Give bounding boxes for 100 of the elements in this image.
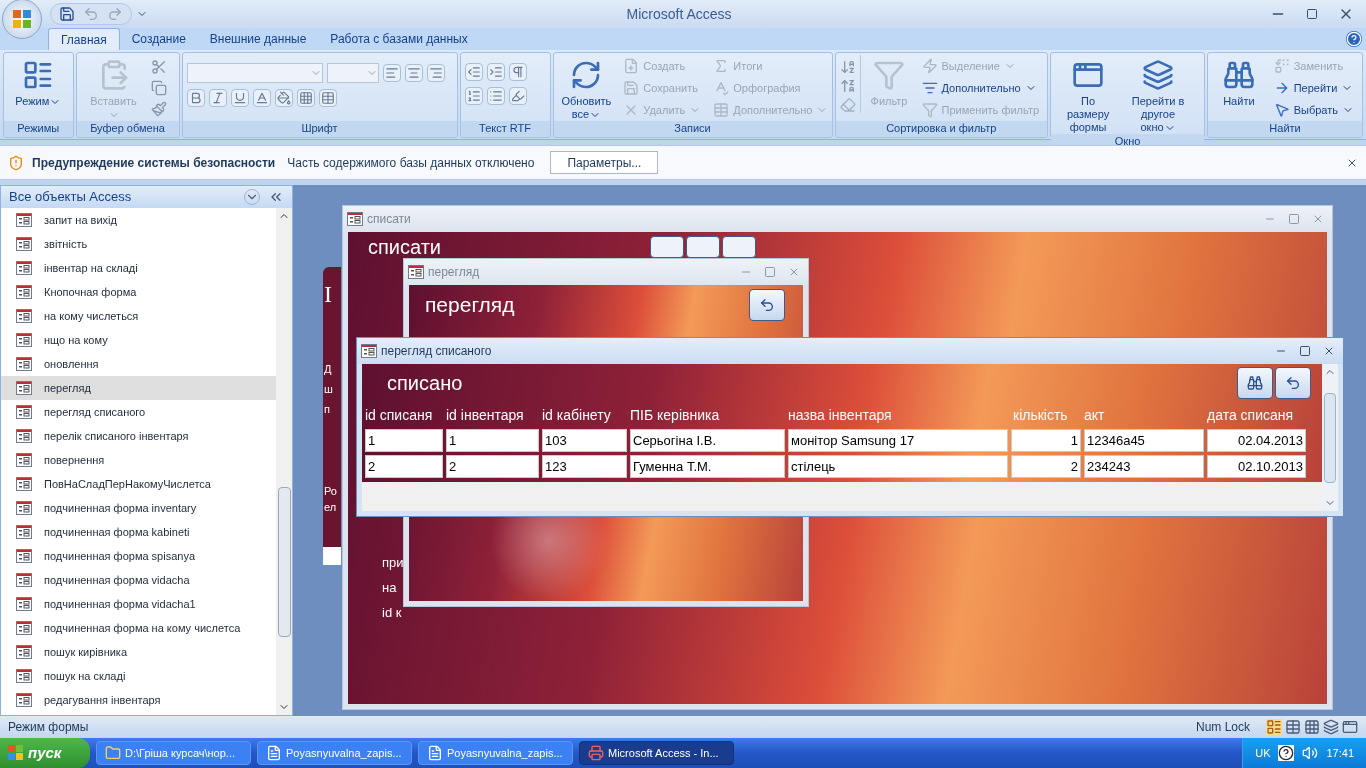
indent-decrease-icon[interactable] [464, 63, 483, 81]
navigation-item[interactable]: оновлення [1, 352, 276, 376]
navigation-item[interactable]: подчиненная форма kabineti [1, 520, 276, 544]
table-cell[interactable]: 2 [1011, 455, 1081, 478]
underline-icon[interactable] [230, 89, 249, 107]
table-cell[interactable]: стілець [788, 455, 1008, 478]
font-color-icon[interactable] [252, 89, 271, 107]
navigation-item[interactable]: на кому числеться [1, 304, 276, 328]
navigation-item[interactable]: нщо на кому [1, 328, 276, 352]
sort-descending-icon[interactable] [839, 78, 856, 94]
navigation-item[interactable]: подчиненная форма inventary [1, 496, 276, 520]
table-cell[interactable]: 103 [542, 429, 627, 452]
align-left-icon[interactable] [382, 64, 401, 82]
navigation-item[interactable]: перелік списаного інвентаря [1, 424, 276, 448]
help-icon[interactable] [1278, 745, 1295, 761]
search-button[interactable] [1237, 367, 1273, 399]
navigation-item[interactable]: Кнопочная форма [1, 280, 276, 304]
navigation-item[interactable]: пошук на складі [1, 664, 276, 688]
taskbar-button[interactable]: Microsoft Access - In... [579, 741, 734, 765]
navigation-item[interactable]: пошук кирівника [1, 640, 276, 664]
table-cell[interactable]: 234243 [1084, 455, 1204, 478]
ribbon-tab[interactable]: Создание [119, 28, 198, 50]
highlighter-icon[interactable] [508, 87, 527, 105]
undo-button[interactable] [1275, 367, 1311, 399]
table-cell[interactable]: 1 [446, 429, 539, 452]
navigation-item[interactable]: звітність [1, 232, 276, 256]
datasheet-view-icon[interactable] [1285, 719, 1301, 735]
undo-icon[interactable] [83, 6, 99, 22]
navigation-item[interactable]: подчиненная форма vidacha [1, 568, 276, 592]
scrollbar-thumb[interactable] [1324, 392, 1336, 483]
taskbar-button[interactable]: Poyasnyuvalna_zapis... [418, 741, 573, 765]
gridlines-icon[interactable] [296, 89, 315, 107]
ribbon-button[interactable]: Перейти [1269, 77, 1358, 99]
table-cell[interactable]: 1 [1011, 429, 1081, 452]
pivot-view-icon[interactable] [1304, 719, 1320, 735]
ribbon-button[interactable]: Обновить все [557, 55, 616, 122]
navigation-item[interactable]: перегляд [1, 376, 276, 400]
ribbon-button[interactable]: Режим [8, 55, 69, 109]
layout-view-icon[interactable] [1323, 719, 1339, 735]
clear-sort-icon[interactable] [839, 97, 856, 113]
align-right-icon[interactable] [426, 64, 445, 82]
navigation-item[interactable]: ПовНаСладПерНакомуЧислетса [1, 472, 276, 496]
navigation-item[interactable]: подчиненная форма vidacha1 [1, 592, 276, 616]
fill-color-icon[interactable] [274, 89, 293, 107]
font-size-field[interactable] [326, 63, 379, 83]
scrollbar[interactable] [276, 208, 292, 715]
ribbon-button[interactable]: Найти [1212, 55, 1266, 108]
ribbon-tab[interactable]: Главная [48, 28, 120, 50]
navigation-item[interactable]: подчиненная форма spisanya [1, 544, 276, 568]
undo-button[interactable] [749, 289, 785, 321]
ribbon-button[interactable]: По размеру формы [1055, 55, 1122, 134]
redo-icon[interactable] [107, 6, 123, 22]
ribbon-tab[interactable]: Внешние данные [197, 28, 319, 50]
numbered-list-icon[interactable] [464, 87, 483, 105]
table-cell[interactable]: 02.04.2013 [1207, 429, 1306, 452]
italic-icon[interactable] [208, 89, 227, 107]
taskbar-button[interactable]: D:\Гріша курсач\нор... [96, 741, 251, 765]
ribbon-button[interactable]: Перейти в другое окно [1125, 55, 1192, 135]
form-button[interactable] [722, 236, 756, 258]
table-cell[interactable]: 02.10.2013 [1207, 455, 1306, 478]
sort-ascending-icon[interactable] [839, 59, 856, 75]
ribbon-button[interactable]: Дополнительно [917, 77, 1044, 99]
navigation-item[interactable]: запит на вихід [1, 208, 276, 232]
navigation-item[interactable]: повернення [1, 448, 276, 472]
table-style-icon[interactable] [318, 89, 337, 107]
ribbon-tab[interactable]: Работа с базами данных [318, 28, 480, 50]
table-cell[interactable]: Гуменна Т.М. [630, 455, 785, 478]
form-button[interactable] [686, 236, 720, 258]
taskbar-button[interactable]: Poyasnyuvalna_zapis... [257, 741, 412, 765]
table-cell[interactable]: 2 [446, 455, 539, 478]
font-name-field[interactable] [186, 63, 323, 83]
options-button[interactable]: Параметры... [550, 151, 659, 174]
table-cell[interactable]: 123 [542, 455, 627, 478]
navigation-item[interactable]: інвентар на складі [1, 256, 276, 280]
navigation-item[interactable]: редагування інвентаря [1, 688, 276, 712]
maximize-icon[interactable] [1306, 8, 1318, 20]
bold-icon[interactable] [186, 89, 205, 107]
maximize-icon[interactable] [1299, 345, 1311, 357]
navigation-item[interactable]: подчиненная форма на кому числетса [1, 616, 276, 640]
align-center-icon[interactable] [404, 64, 423, 82]
form-button[interactable] [650, 236, 684, 258]
scrollbar-thumb[interactable] [277, 486, 291, 637]
form-view-icon[interactable] [1266, 719, 1282, 735]
bullet-list-icon[interactable] [486, 87, 505, 105]
table-cell[interactable]: 2 [365, 455, 443, 478]
brush-icon[interactable] [150, 101, 167, 117]
scissors-icon[interactable] [150, 59, 167, 75]
table-cell[interactable]: Серьогіна І.В. [630, 429, 785, 452]
table-cell[interactable]: монітор Samsung 17 [788, 429, 1008, 452]
table-cell[interactable]: 12346а45 [1084, 429, 1204, 452]
volume-icon[interactable] [1302, 745, 1319, 761]
table-cell[interactable]: 1 [365, 429, 443, 452]
ribbon-button[interactable]: Выбрать [1269, 99, 1358, 121]
design-view-icon[interactable] [1342, 719, 1358, 735]
navigation-item[interactable]: перегляд списаного [1, 400, 276, 424]
close-icon[interactable] [1323, 345, 1335, 357]
paragraph-icon[interactable] [508, 63, 527, 81]
copy-icon[interactable] [150, 80, 167, 96]
save-icon[interactable] [59, 6, 75, 22]
indent-increase-icon[interactable] [486, 63, 505, 81]
